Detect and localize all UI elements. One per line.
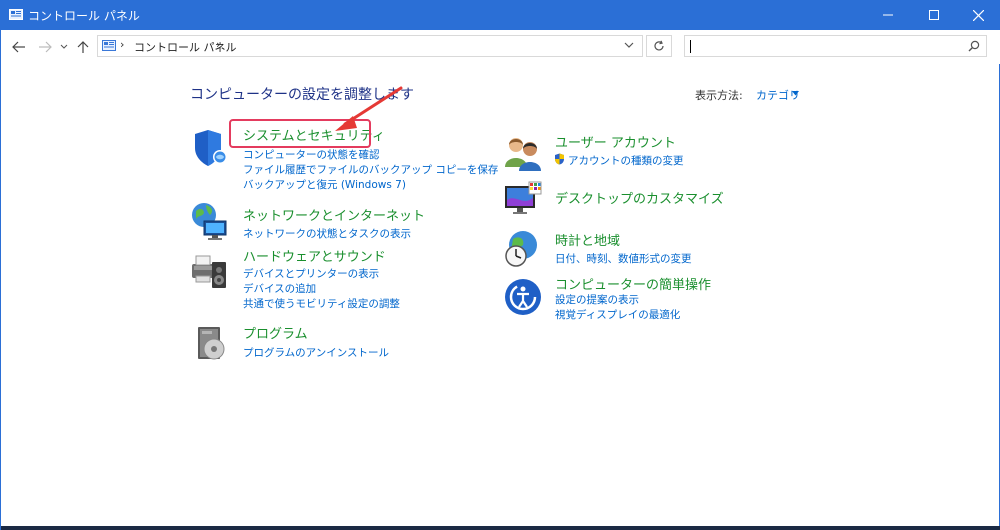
link-change-account-type[interactable]: アカウントの種類の変更	[568, 153, 684, 168]
category-desktop-customization[interactable]: デスクトップのカスタマイズ	[555, 188, 724, 207]
close-button[interactable]	[955, 0, 1000, 30]
control-panel-small-icon	[102, 40, 116, 51]
ease-of-access-icon[interactable]	[503, 277, 543, 317]
link-date-time-format[interactable]: 日付、時刻、数値形式の変更	[555, 251, 692, 266]
link-uninstall-program[interactable]: プログラムのアンインストール	[243, 345, 389, 360]
link-check-computer-status[interactable]: コンピューターの状態を確認	[243, 147, 380, 162]
link-backup-restore[interactable]: バックアップと復元 (Windows 7)	[243, 177, 406, 192]
link-add-device[interactable]: デバイスの追加	[243, 281, 316, 296]
title-bar: コントロール パネル	[1, 0, 1000, 30]
recent-locations-button[interactable]	[59, 38, 69, 56]
maximize-icon	[929, 10, 939, 20]
uac-shield-icon	[555, 153, 564, 165]
network-globe-icon[interactable]	[190, 201, 230, 241]
chevron-down-icon[interactable]	[624, 40, 634, 50]
up-button[interactable]	[74, 38, 92, 56]
users-icon[interactable]	[503, 133, 543, 173]
dropdown-arrow-icon[interactable]	[792, 91, 799, 96]
category-ease-of-access[interactable]: コンピューターの簡単操作	[555, 274, 711, 293]
clock-globe-icon[interactable]	[503, 229, 543, 269]
taskbar-edge	[1, 526, 1000, 530]
forward-button[interactable]	[36, 38, 54, 56]
window-title: コントロール パネル	[28, 9, 140, 23]
category-hardware-sound[interactable]: ハードウェアとサウンド	[243, 246, 386, 265]
back-arrow-icon	[12, 41, 25, 53]
search-icon[interactable]	[968, 40, 980, 52]
view-by-label: 表示方法:	[695, 89, 743, 102]
program-disc-icon[interactable]	[190, 323, 230, 363]
category-programs[interactable]: プログラム	[243, 323, 308, 342]
monitor-palette-icon[interactable]	[503, 180, 543, 220]
up-arrow-icon	[77, 41, 89, 53]
category-user-accounts[interactable]: ユーザー アカウント	[555, 132, 676, 151]
link-devices-printers[interactable]: デバイスとプリンターの表示	[243, 266, 379, 281]
close-icon	[972, 9, 984, 21]
control-panel-window: コントロール パネル › コントロール パネル › コンピューターの設定を調整し…	[0, 0, 1000, 530]
text-caret	[690, 40, 691, 53]
minimize-button[interactable]	[865, 0, 911, 30]
chevron-down-icon	[60, 44, 68, 49]
shield-icon[interactable]	[190, 128, 230, 168]
link-mobility-settings[interactable]: 共通で使うモビリティ設定の調整	[243, 296, 400, 311]
printer-speaker-icon[interactable]	[190, 250, 230, 290]
link-network-status[interactable]: ネットワークの状態とタスクの表示	[243, 226, 411, 241]
breadcrumb-separator[interactable]: ›	[120, 38, 124, 51]
search-input[interactable]	[684, 35, 987, 57]
forward-arrow-icon	[39, 41, 52, 53]
refresh-button[interactable]	[646, 35, 672, 57]
category-network-internet[interactable]: ネットワークとインターネット	[243, 205, 425, 224]
category-clock-region[interactable]: 時計と地域	[555, 230, 620, 249]
annotation-arrow-icon	[335, 86, 403, 131]
control-panel-icon	[9, 9, 23, 20]
breadcrumb-control-panel[interactable]: コントロール パネル	[134, 39, 237, 55]
back-button[interactable]	[10, 38, 28, 56]
link-settings-suggestions[interactable]: 設定の提案の表示	[555, 292, 639, 307]
link-file-history-backup[interactable]: ファイル履歴でファイルのバックアップ コピーを保存	[243, 162, 498, 177]
maximize-button[interactable]	[911, 0, 957, 30]
address-bar[interactable]: › コントロール パネル ›	[97, 35, 643, 57]
refresh-icon	[654, 40, 664, 51]
breadcrumb-separator[interactable]: ›	[216, 38, 220, 51]
minimize-icon	[883, 14, 893, 16]
link-optimize-display[interactable]: 視覚ディスプレイの最適化	[555, 307, 680, 322]
